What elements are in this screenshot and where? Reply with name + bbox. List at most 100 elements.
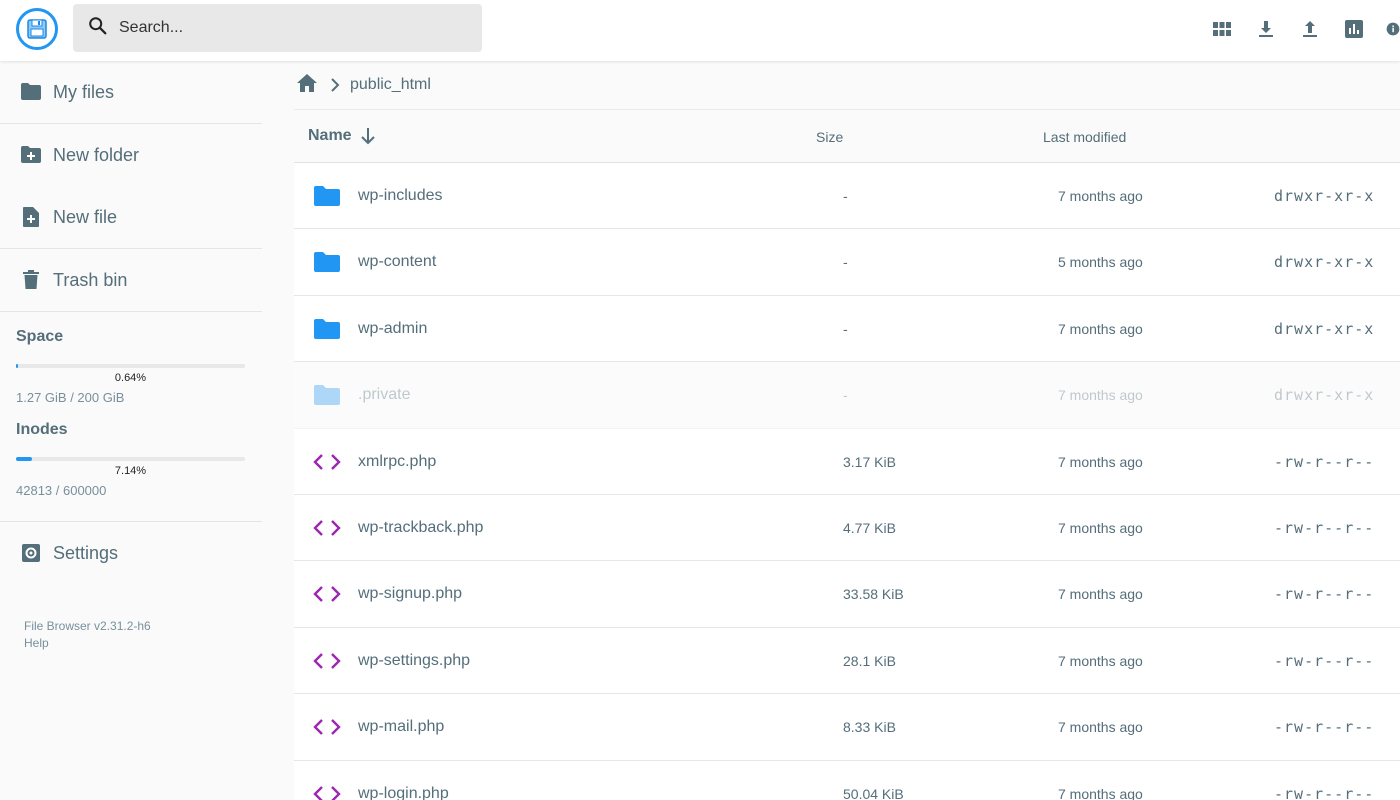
search-input[interactable] <box>119 19 459 37</box>
space-progress-bar <box>16 364 245 368</box>
file-size: 50.04 KiB <box>843 785 904 800</box>
file-name: wp-mail.php <box>358 718 445 736</box>
breadcrumb-current[interactable]: public_html <box>350 76 431 94</box>
sidebar-item-new-file[interactable]: New file <box>0 186 262 248</box>
file-modified: 7 months ago <box>1058 519 1143 536</box>
code-file-icon <box>312 781 342 800</box>
list-header: Name Size Last modified <box>294 109 1400 163</box>
column-name-label: Name <box>308 127 352 144</box>
trash-icon <box>20 269 42 291</box>
table-row[interactable]: wp-settings.php 28.1 KiB 7 months ago -rw-r… <box>294 627 1400 695</box>
divider <box>0 311 262 312</box>
file-size: 33.58 KiB <box>843 586 904 603</box>
sidebar-item-my-files[interactable]: My files <box>0 61 262 123</box>
table-row[interactable]: wp-signup.php 33.58 KiB 7 months ago -rw-r-… <box>294 561 1400 628</box>
file-name: wp-admin <box>358 319 428 337</box>
search-icon <box>87 15 109 42</box>
file-name: wp-includes <box>358 187 443 204</box>
space-usage: Space 0.64% 1.27 GiB / 200 GiB <box>0 328 262 405</box>
settings-icon <box>20 542 42 564</box>
file-size: 8.33 KiB <box>843 719 896 736</box>
table-row[interactable]: xmlrpc.php 3.17 KiB 7 months ago -rw-r--r-- <box>294 428 1400 495</box>
sort-by-name[interactable]: Name <box>308 127 376 145</box>
space-title: Space <box>16 328 64 345</box>
upload-icon[interactable] <box>1298 17 1322 41</box>
file-name: wp-login.php <box>358 784 449 800</box>
code-file-icon <box>312 449 342 475</box>
sort-by-size[interactable]: Size <box>816 129 843 145</box>
table-row[interactable]: wp-includes - 7 months ago drwxr-xr-x <box>294 163 1400 230</box>
search-box[interactable] <box>73 4 482 52</box>
code-file-icon <box>312 714 342 740</box>
file-name: xmlrpc.php <box>358 452 437 470</box>
file-modified: 7 months ago <box>1058 586 1143 603</box>
stats-icon[interactable] <box>1342 17 1366 41</box>
help-link[interactable]: Help <box>24 635 262 652</box>
file-permissions: drwxr-xr-x <box>1274 187 1375 205</box>
download-icon[interactable] <box>1254 17 1278 41</box>
space-progress-fill <box>16 364 19 368</box>
credits: File Browser v2.31.2-h6 Help <box>0 618 262 652</box>
file-size: 3.17 KiB <box>843 453 896 470</box>
file-permissions: drwxr-xr-x <box>1274 386 1375 405</box>
main-content: public_html Name Size Last modified wp-i… <box>294 61 1400 800</box>
file-list: Name Size Last modified wp-includes - 7 mo… <box>294 109 1400 800</box>
file-permissions: -rw-r--r-- <box>1274 651 1375 670</box>
grid-view-icon[interactable] <box>1210 17 1234 41</box>
header-actions <box>1210 17 1400 41</box>
table-row[interactable]: wp-content - 5 months ago drwxr-xr-x <box>294 229 1400 296</box>
file-rows: wp-includes -7 months ago drwxr-xr-x wp-con… <box>294 163 1400 800</box>
create-folder-icon <box>20 144 42 166</box>
file-size: - <box>843 254 848 271</box>
sidebar-item-label: Settings <box>53 542 119 563</box>
sidebar-item-label: My files <box>53 81 115 102</box>
file-browser-logo-icon[interactable] <box>16 8 58 50</box>
space-percent: 0.64% <box>114 372 147 384</box>
create-file-icon <box>20 206 42 228</box>
table-row[interactable]: wp-trackback.php 4.77 KiB 7 months ago -rw-… <box>294 494 1400 562</box>
top-bar <box>0 0 1400 61</box>
arrow-down-icon <box>360 127 376 145</box>
sidebar: My files New folder New file Trash bin S… <box>0 61 262 800</box>
folder-icon <box>312 382 342 408</box>
home-icon[interactable] <box>296 73 318 98</box>
file-name: wp-trackback.php <box>358 518 484 536</box>
file-modified: 7 months ago <box>1058 785 1143 800</box>
inodes-progress-bar <box>16 457 245 461</box>
sidebar-item-label: New file <box>53 206 118 227</box>
file-modified: 7 months ago <box>1058 320 1143 337</box>
version-link[interactable]: File Browser v2.31.2-h6 <box>24 618 262 635</box>
folder-icon <box>312 249 342 275</box>
table-row[interactable]: wp-mail.php 8.33 KiB 7 months ago -rw-r--r-… <box>294 694 1400 761</box>
inodes-percent: 7.14% <box>114 465 147 477</box>
sidebar-item-label: Trash bin <box>53 269 128 290</box>
file-size: 28.1 KiB <box>843 652 896 669</box>
inodes-usage: Inodes 7.14% 42813 / 600000 <box>0 421 262 498</box>
inodes-title: Inodes <box>16 421 68 438</box>
file-name: wp-content <box>358 253 437 271</box>
table-row[interactable]: wp-admin - 7 months ago drwxr-xr-x <box>294 295 1400 363</box>
file-size: - <box>843 387 848 404</box>
sidebar-item-new-folder[interactable]: New folder <box>0 124 262 186</box>
file-permissions: drwxr-xr-x <box>1274 319 1375 338</box>
info-icon[interactable] <box>1386 17 1400 41</box>
sort-by-modified[interactable]: Last modified <box>1043 129 1126 145</box>
folder-icon <box>312 316 342 342</box>
file-modified: 7 months ago <box>1058 652 1143 669</box>
file-modified: 5 months ago <box>1058 254 1143 271</box>
file-modified: 7 months ago <box>1058 387 1143 404</box>
code-file-icon <box>312 648 342 674</box>
table-row[interactable]: wp-login.php 50.04 KiB 7 months ago -rw-r--… <box>294 760 1400 800</box>
folder-icon <box>312 183 342 209</box>
inodes-usage-text: 42813 / 600000 <box>16 483 107 498</box>
file-permissions: -rw-r--r-- <box>1274 718 1375 737</box>
sidebar-item-trash-bin[interactable]: Trash bin <box>0 249 262 311</box>
table-row[interactable]: .private - 7 months ago drwxr-xr-x <box>294 362 1400 429</box>
folder-icon <box>20 81 42 103</box>
file-permissions: -rw-r--r-- <box>1274 518 1375 537</box>
file-permissions: -rw-r--r-- <box>1274 452 1375 471</box>
inodes-progress-fill <box>16 457 33 461</box>
breadcrumb: public_html <box>294 61 1400 109</box>
file-modified: 7 months ago <box>1058 453 1143 470</box>
sidebar-item-settings[interactable]: Settings <box>0 522 262 584</box>
